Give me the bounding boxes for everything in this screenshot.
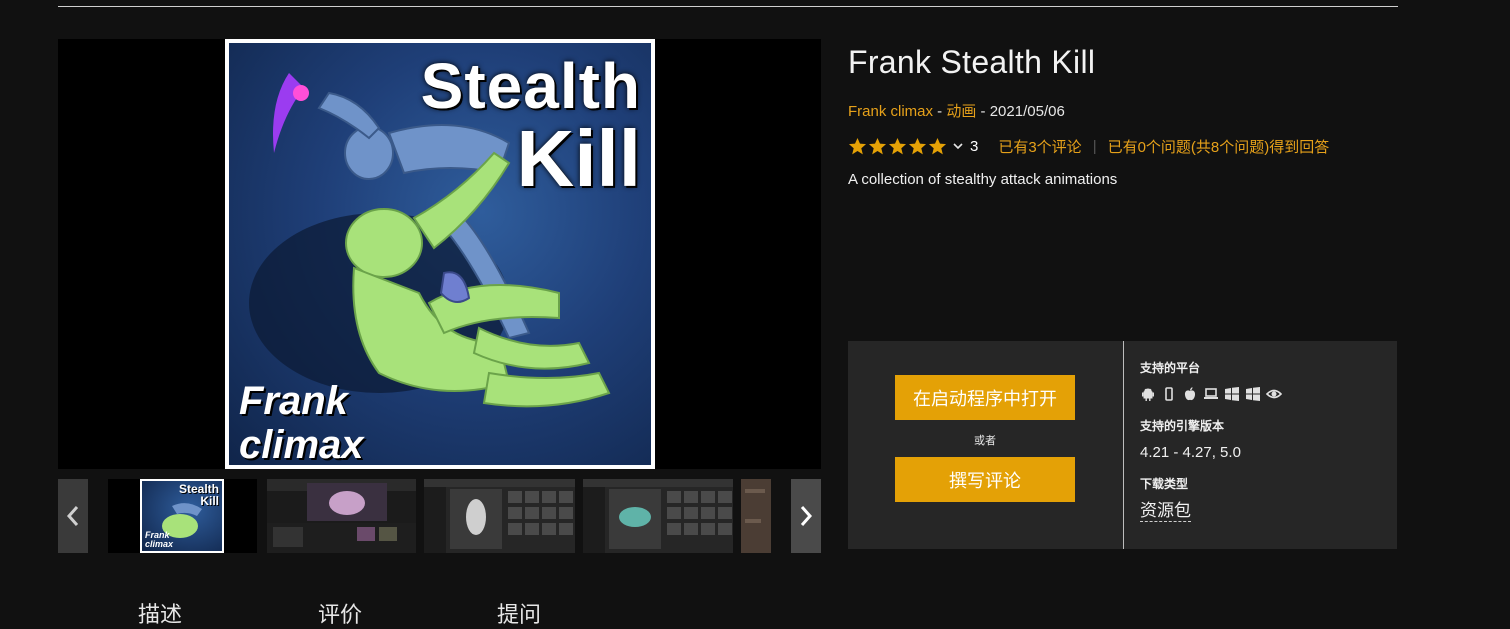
panel-divider xyxy=(1123,341,1124,549)
download-type-value[interactable]: 资源包 xyxy=(1140,501,1191,522)
thumbnail-1-image: Stealth Kill Frank climax xyxy=(140,479,224,553)
thumbnail-1-text-kill: Kill xyxy=(200,494,219,508)
next-thumbnail-button[interactable] xyxy=(791,479,821,553)
rating-row: 3 已有3个评论 | 已有0个问题(共8个问题)得到回答 xyxy=(848,134,1329,158)
star-icon xyxy=(928,137,947,154)
thumbnail-5[interactable] xyxy=(741,479,771,553)
write-review-button[interactable]: 撰写评论 xyxy=(895,457,1075,502)
rating-divider: | xyxy=(1092,137,1097,155)
chevron-left-icon xyxy=(66,506,79,526)
windows-icon xyxy=(1246,387,1260,401)
meta-separator: - xyxy=(933,103,947,120)
thumbnail-1[interactable]: Stealth Kill Frank climax xyxy=(108,479,257,553)
tab-questions[interactable]: 提问 xyxy=(497,597,541,629)
image-viewer[interactable]: Stealth Kill Frank climax xyxy=(58,39,821,469)
meta-separator: - xyxy=(976,103,990,120)
vr-eye-icon xyxy=(1266,389,1282,399)
engine-versions-label: 支持的引擎版本 xyxy=(1140,419,1225,433)
rating-count: 3 xyxy=(970,137,979,155)
engine-versions-value: 4.21 - 4.27, 5.0 xyxy=(1140,444,1241,461)
top-divider xyxy=(58,6,1398,7)
tab-description[interactable]: 描述 xyxy=(138,597,182,629)
windows-icon xyxy=(1225,387,1239,401)
chevron-down-icon[interactable] xyxy=(952,140,964,152)
star-icon xyxy=(868,137,887,154)
previous-thumbnail-button[interactable] xyxy=(58,479,88,553)
star-icon xyxy=(888,137,907,154)
platforms-label: 支持的平台 xyxy=(1140,361,1201,375)
hero-text-kill: Kill xyxy=(516,114,641,203)
category-link[interactable]: 动画 xyxy=(946,103,976,120)
thumbnail-3-image xyxy=(424,479,575,553)
thumbnail-3[interactable] xyxy=(424,479,575,553)
hero-text-climax: climax xyxy=(239,423,364,467)
thumbnail-2-image xyxy=(267,479,416,553)
download-type-label: 下载类型 xyxy=(1140,477,1189,491)
or-label: 或者 xyxy=(974,435,996,447)
star-rating[interactable] xyxy=(848,137,947,156)
chevron-right-icon xyxy=(800,506,813,526)
tab-reviews[interactable]: 评价 xyxy=(318,597,362,629)
action-panel: 在启动程序中打开 或者 撰写评论 支持的平台 支持的引擎版本 4.21 - 4.… xyxy=(848,341,1397,549)
questions-link[interactable]: 已有0个问题(共8个问题)得到回答 xyxy=(1108,136,1330,157)
seller-link[interactable]: Frank climax xyxy=(848,103,933,120)
thumbnail-1-text-climax: climax xyxy=(145,539,174,549)
product-meta: Frank climax - 动画 - 2021/05/06 xyxy=(848,100,1065,121)
thumbnail-2[interactable] xyxy=(267,479,416,553)
laptop-icon xyxy=(1204,388,1218,399)
hero-text-stealth: Stealth xyxy=(420,50,641,122)
ios-device-icon xyxy=(1165,387,1173,401)
open-in-launcher-button[interactable]: 在启动程序中打开 xyxy=(895,375,1075,420)
thumbnail-5-image xyxy=(741,479,771,553)
star-icon xyxy=(848,137,867,154)
hero-text-frank: Frank xyxy=(239,379,348,423)
android-icon xyxy=(1142,388,1154,401)
star-icon xyxy=(908,137,927,154)
product-title: Frank Stealth Kill xyxy=(848,44,1096,80)
thumbnail-4[interactable] xyxy=(583,479,733,553)
hero-image: Stealth Kill Frank climax xyxy=(225,39,655,469)
thumbnail-strip: Stealth Kill Frank climax xyxy=(58,479,821,553)
reviews-link[interactable]: 已有3个评论 xyxy=(998,136,1081,157)
product-description: A collection of stealthy attack animatio… xyxy=(848,171,1118,188)
release-date: 2021/05/06 xyxy=(989,103,1065,120)
platform-icons xyxy=(1140,386,1282,402)
thumbnail-4-image xyxy=(583,479,733,553)
apple-icon xyxy=(1184,387,1196,401)
